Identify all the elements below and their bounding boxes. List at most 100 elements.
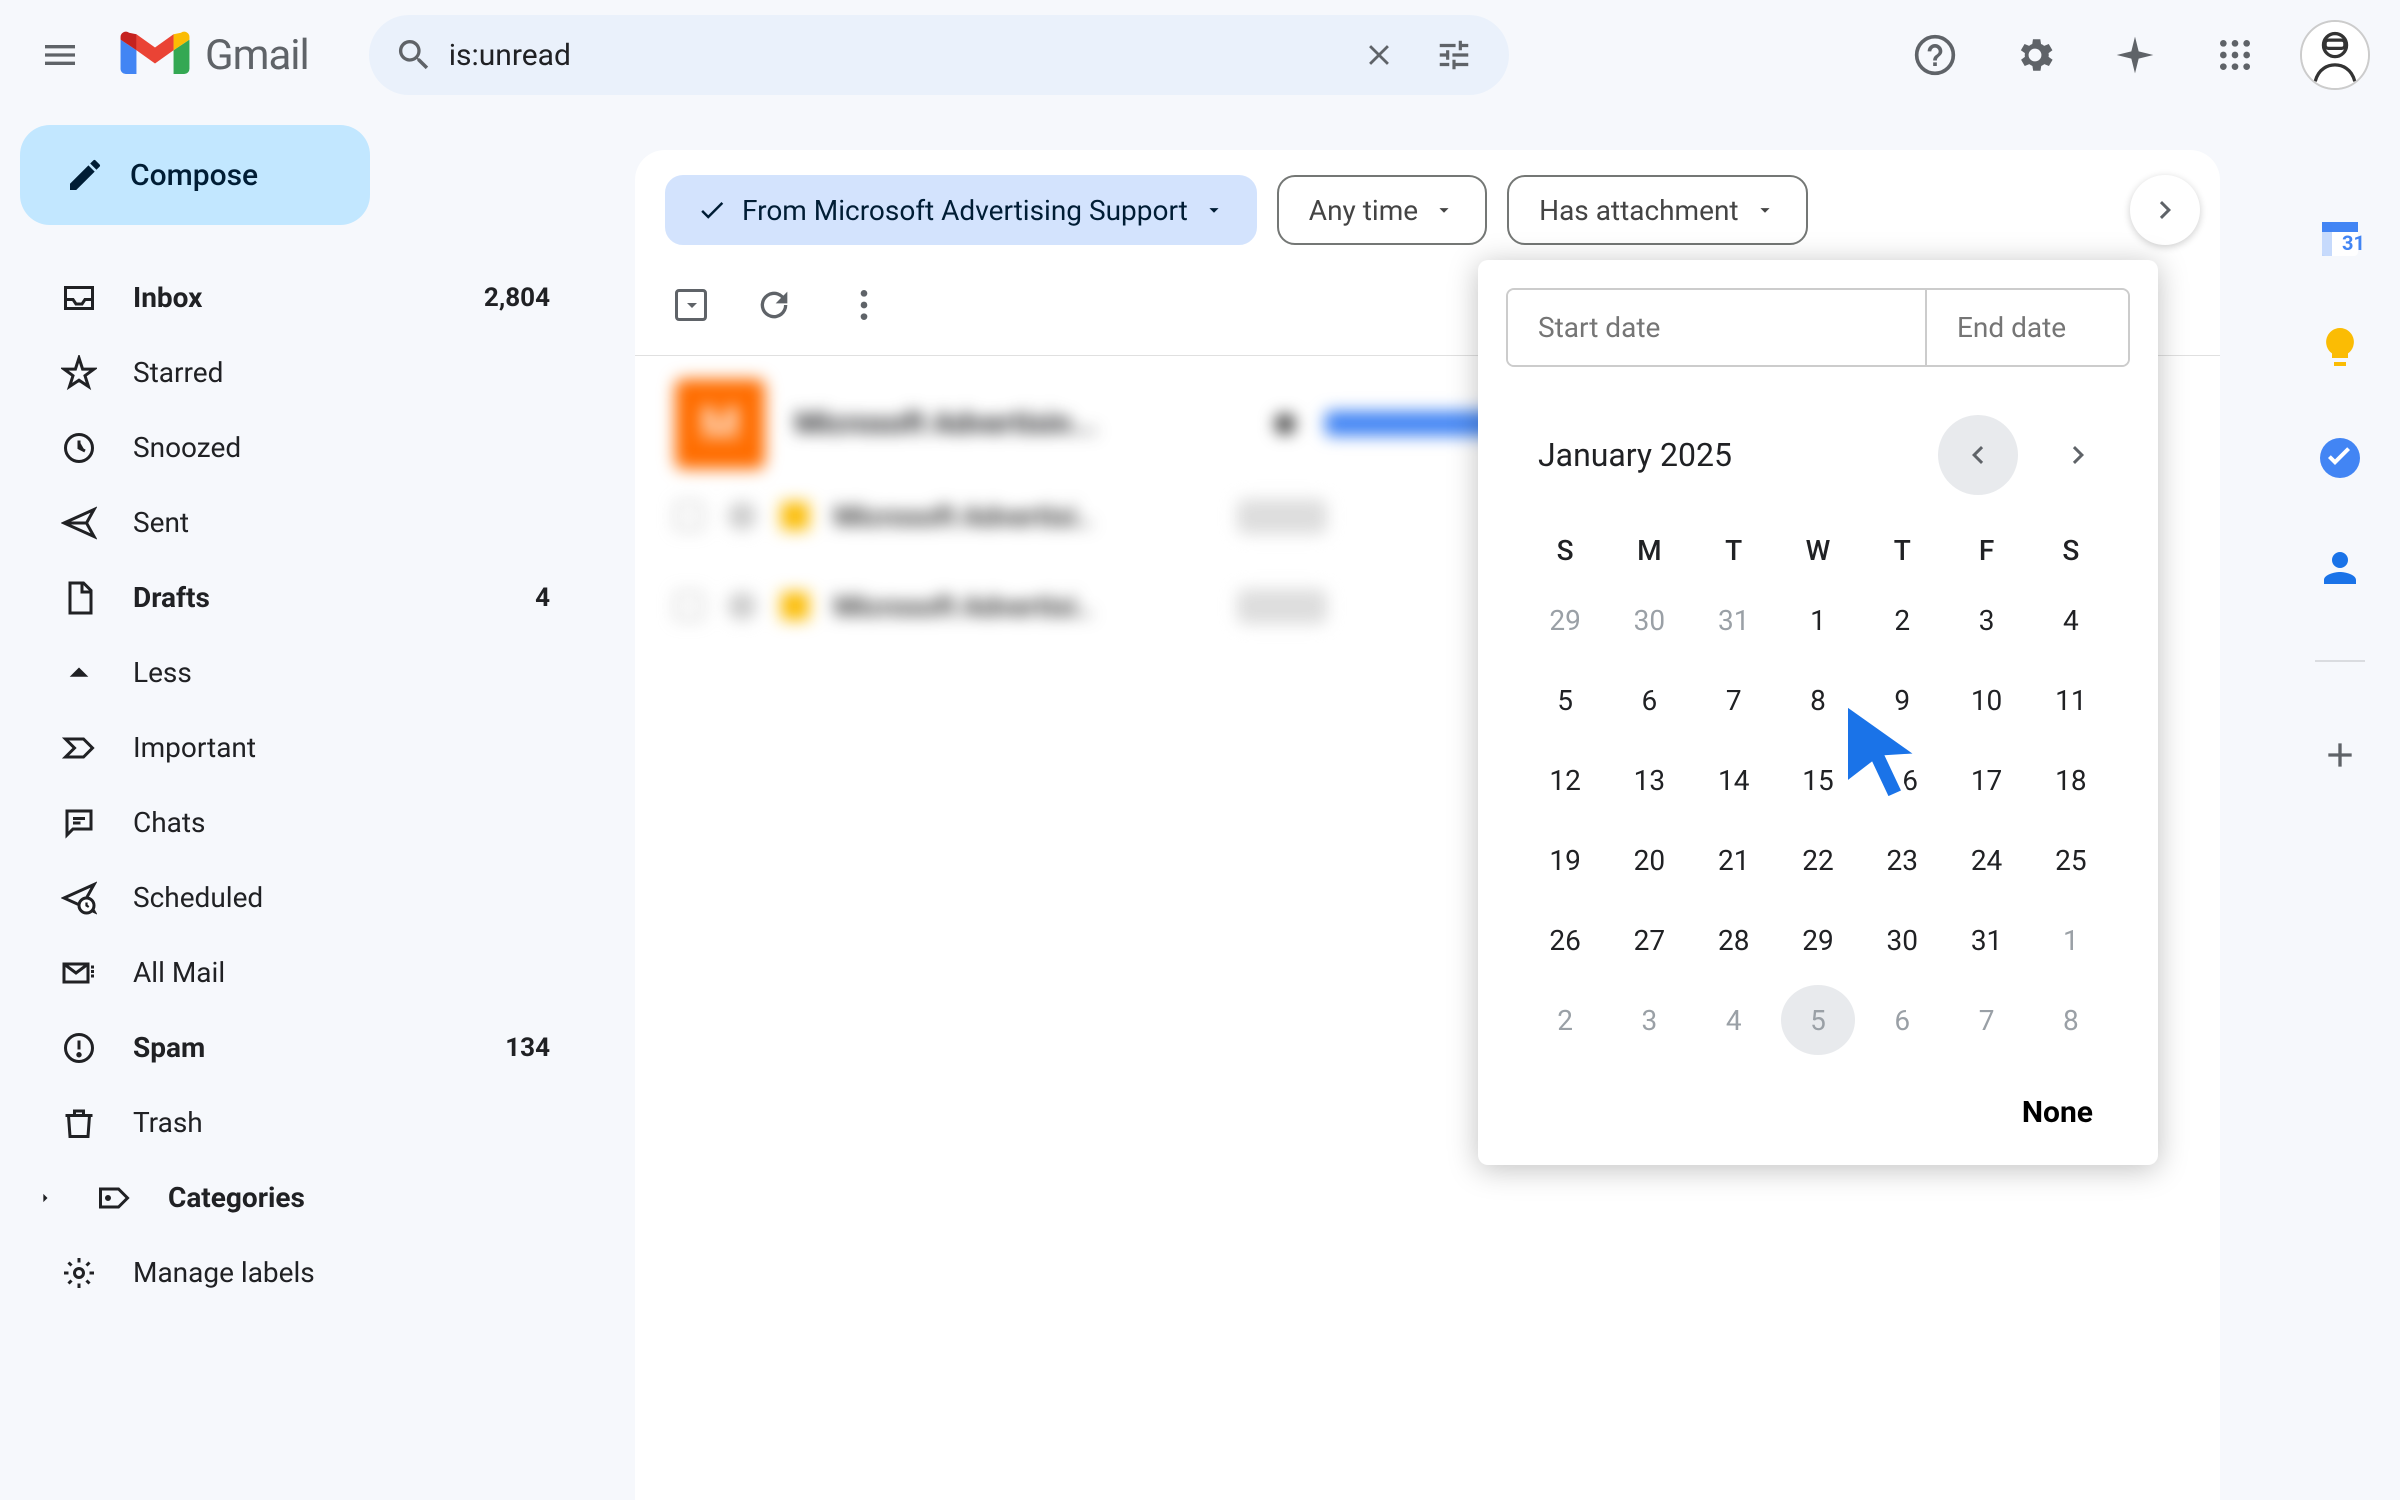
calendar-day[interactable]: 18 [2034, 745, 2108, 815]
calendar-day[interactable]: 2 [1528, 985, 1602, 1055]
keep-app-icon[interactable] [2313, 320, 2368, 375]
calendar-day[interactable]: 16 [1865, 745, 1939, 815]
select-dropdown-icon[interactable] [680, 293, 704, 317]
calendar-day[interactable]: 28 [1697, 905, 1771, 975]
search-clear-button[interactable] [1349, 25, 1409, 85]
sidebar-item-starred[interactable]: Starred [20, 335, 580, 410]
contacts-app-icon[interactable] [2313, 540, 2368, 595]
mail-avatar: M [675, 379, 765, 469]
calendar-day[interactable]: 4 [1697, 985, 1771, 1055]
sidebar-item-allmail[interactable]: All Mail [20, 935, 580, 1010]
calendar-day[interactable]: 7 [1949, 985, 2023, 1055]
calendar-day[interactable]: 19 [1528, 825, 1602, 895]
sidebar-item-snoozed[interactable]: Snoozed [20, 410, 580, 485]
calendar-app-icon[interactable]: 31 [2313, 210, 2368, 265]
calendar-day[interactable]: 31 [1697, 585, 1771, 655]
add-app-button[interactable] [2313, 727, 2368, 782]
filter-attachment-chip[interactable]: Has attachment [1507, 175, 1808, 245]
more-button[interactable] [844, 285, 884, 325]
calendar-day[interactable]: 14 [1697, 745, 1771, 815]
calendar-day[interactable]: 31 [1949, 905, 2023, 975]
calendar-day[interactable]: 2 [1865, 585, 1939, 655]
main-menu-button[interactable] [20, 15, 100, 95]
mail-checkbox[interactable] [675, 502, 703, 530]
calendar-day[interactable]: 29 [1528, 585, 1602, 655]
managelabels-icon [60, 1254, 98, 1292]
sidebar-item-managelabels[interactable]: Manage labels [20, 1235, 580, 1310]
apps-grid-icon [2215, 35, 2255, 75]
calendar-day[interactable]: 30 [1865, 905, 1939, 975]
calendar-day[interactable]: 22 [1781, 825, 1855, 895]
calendar-day[interactable]: 26 [1528, 905, 1602, 975]
calendar-day[interactable]: 7 [1697, 665, 1771, 735]
sidebar-item-important[interactable]: Important [20, 710, 580, 785]
calendar-day[interactable]: 9 [1865, 665, 1939, 735]
compose-button[interactable]: Compose [20, 125, 370, 225]
sidebar-item-less[interactable]: Less [20, 635, 580, 710]
calendar-day[interactable]: 11 [2034, 665, 2108, 735]
star-icon[interactable] [781, 502, 809, 530]
sidebar-item-scheduled[interactable]: Scheduled [20, 860, 580, 935]
calendar-none-button[interactable]: None [1478, 1075, 2158, 1145]
calendar-day[interactable]: 17 [1949, 745, 2023, 815]
close-icon [1362, 38, 1396, 72]
sidebar-item-chats[interactable]: Chats [20, 785, 580, 860]
calendar-day[interactable]: 30 [1612, 585, 1686, 655]
sidebar-item-spam[interactable]: Spam134 [20, 1010, 580, 1085]
star-icon[interactable] [781, 592, 809, 620]
calendar-day[interactable]: 6 [1865, 985, 1939, 1055]
start-date-input[interactable] [1508, 290, 1927, 365]
calendar-next-button[interactable] [2038, 415, 2118, 495]
help-icon [1913, 33, 1957, 77]
calendar-day[interactable]: 27 [1612, 905, 1686, 975]
calendar-day[interactable]: 13 [1612, 745, 1686, 815]
sidebar-item-sent[interactable]: Sent [20, 485, 580, 560]
search-options-button[interactable] [1424, 25, 1484, 85]
calendar-day[interactable]: 5 [1528, 665, 1602, 735]
avatar-icon [2302, 20, 2368, 90]
calendar-day[interactable]: 6 [1612, 665, 1686, 735]
filter-scroll-next[interactable] [2130, 175, 2200, 245]
apps-button[interactable] [2200, 20, 2270, 90]
sidebar-item-categories[interactable]: Categories [20, 1160, 580, 1235]
calendar-day[interactable]: 24 [1949, 825, 2023, 895]
support-button[interactable] [1900, 20, 1970, 90]
calendar-prev-button[interactable] [1938, 415, 2018, 495]
filter-from-chip[interactable]: From Microsoft Advertising Support [665, 175, 1257, 245]
sidebar-item-drafts[interactable]: Drafts4 [20, 560, 580, 635]
sidebar-item-trash[interactable]: Trash [20, 1085, 580, 1160]
search-bar[interactable] [369, 15, 1509, 95]
calendar-day[interactable]: 1 [1781, 585, 1855, 655]
nav-label: Scheduled [133, 881, 550, 914]
tasks-app-icon[interactable] [2313, 430, 2368, 485]
calendar-day[interactable]: 4 [2034, 585, 2108, 655]
account-avatar[interactable] [2300, 20, 2370, 90]
search-input[interactable] [449, 38, 1334, 73]
calendar-day[interactable]: 12 [1528, 745, 1602, 815]
calendar-day[interactable]: 15 [1781, 745, 1855, 815]
gmail-logo-icon [120, 29, 190, 82]
gemini-button[interactable] [2100, 20, 2170, 90]
calendar-icon: 31 [2316, 214, 2364, 262]
calendar-day[interactable]: 29 [1781, 905, 1855, 975]
gmail-logo-area[interactable]: Gmail [120, 29, 309, 82]
calendar-day[interactable]: 5 [1781, 985, 1855, 1055]
calendar-day[interactable]: 20 [1612, 825, 1686, 895]
hamburger-icon [40, 35, 80, 75]
filter-anytime-chip[interactable]: Any time [1277, 175, 1487, 245]
calendar-day[interactable]: 1 [2034, 905, 2108, 975]
end-date-input[interactable] [1927, 290, 2130, 365]
calendar-day[interactable]: 3 [1949, 585, 2023, 655]
calendar-day[interactable]: 23 [1865, 825, 1939, 895]
calendar-day[interactable]: 8 [1781, 665, 1855, 735]
mail-checkbox[interactable] [675, 592, 703, 620]
calendar-day[interactable]: 3 [1612, 985, 1686, 1055]
settings-button[interactable] [2000, 20, 2070, 90]
sidebar-item-inbox[interactable]: Inbox2,804 [20, 260, 580, 335]
refresh-button[interactable] [754, 285, 794, 325]
calendar-day[interactable]: 25 [2034, 825, 2108, 895]
calendar-day[interactable]: 10 [1949, 665, 2023, 735]
calendar-day[interactable]: 21 [1697, 825, 1771, 895]
calendar-day[interactable]: 8 [2034, 985, 2108, 1055]
allmail-icon [60, 954, 98, 992]
